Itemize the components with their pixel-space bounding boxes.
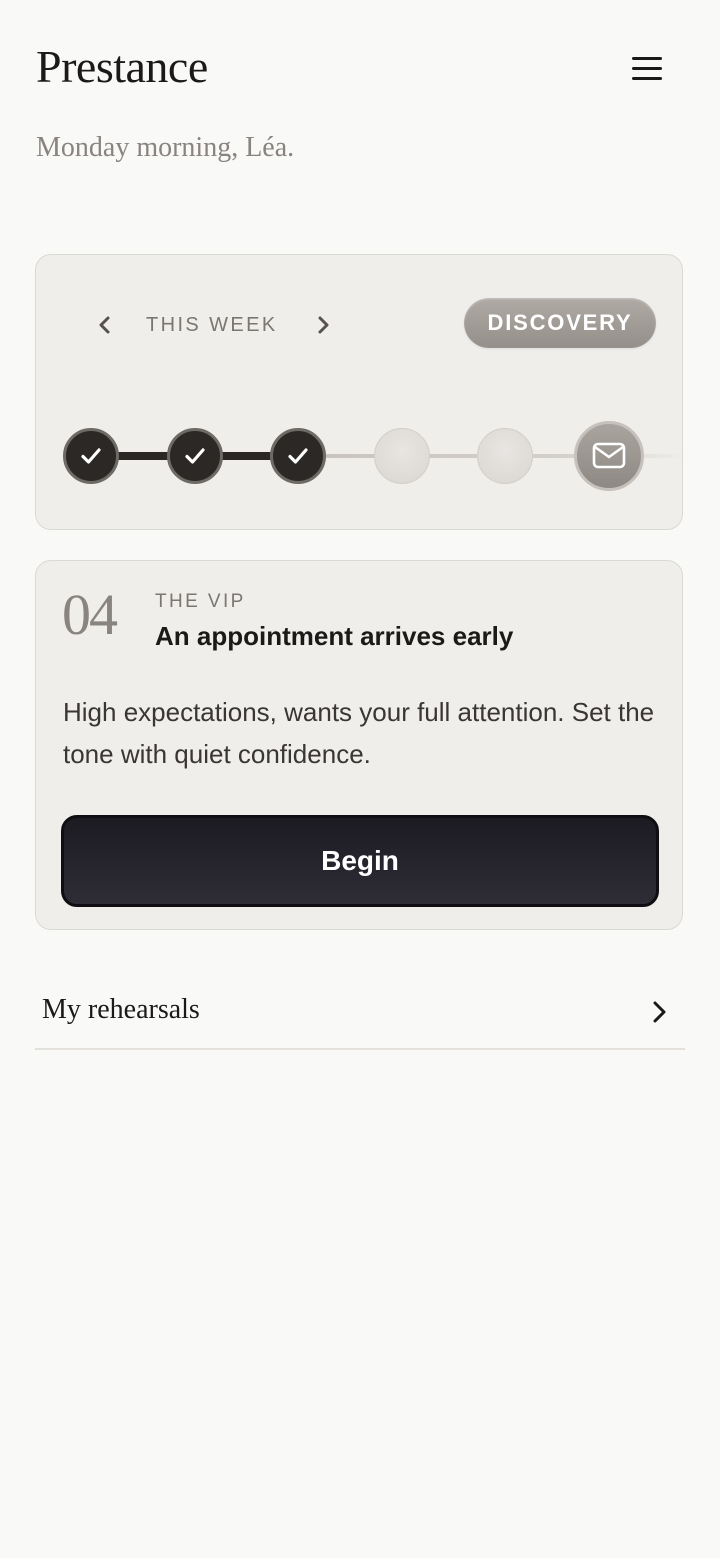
- chevron-right-icon: [653, 1001, 666, 1023]
- chevron-right-icon[interactable]: [312, 314, 334, 336]
- progress-step-final[interactable]: [574, 421, 644, 491]
- progress-step-4[interactable]: [374, 428, 430, 484]
- progress-step-3[interactable]: [270, 428, 326, 484]
- level-badge: DISCOVERY: [464, 298, 656, 348]
- week-label: THIS WEEK: [146, 313, 278, 336]
- scenario-number: 04: [62, 582, 118, 647]
- progress-step-2[interactable]: [167, 428, 223, 484]
- chevron-left-icon[interactable]: [94, 314, 116, 336]
- check-icon: [185, 448, 205, 464]
- begin-button[interactable]: Begin: [61, 815, 659, 907]
- my-rehearsals-link[interactable]: My rehearsals: [35, 980, 685, 1050]
- scenario-title: An appointment arrives early: [155, 621, 514, 651]
- progress-step-1[interactable]: [63, 428, 119, 484]
- app-header: Prestance: [36, 40, 684, 100]
- hamburger-menu-icon[interactable]: [630, 52, 664, 86]
- scenario-description: High expectations, wants your full atten…: [63, 697, 655, 769]
- week-navigator: THIS WEEK: [94, 307, 334, 343]
- brand-logo: Prestance: [36, 41, 208, 92]
- rehearsals-label: My rehearsals: [42, 994, 200, 1025]
- check-icon: [288, 448, 308, 464]
- greeting-text: Monday morning, Léa.: [36, 132, 295, 163]
- check-icon: [81, 448, 101, 464]
- scenario-kicker: THE VIP: [155, 591, 246, 612]
- progress-step-5[interactable]: [477, 428, 533, 484]
- week-progress-card: THIS WEEK DISCOVERY: [35, 254, 683, 530]
- envelope-icon: [592, 442, 626, 469]
- scenario-card: 04 THE VIP An appointment arrives early …: [35, 560, 683, 930]
